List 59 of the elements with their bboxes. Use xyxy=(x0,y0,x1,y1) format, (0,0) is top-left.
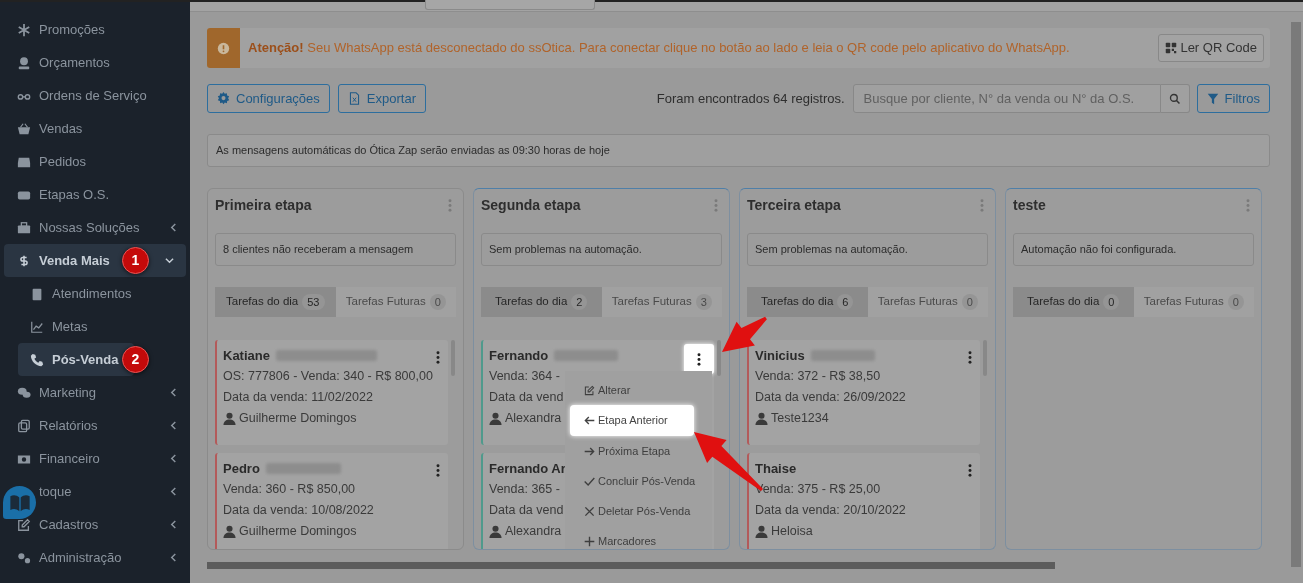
sidebar-label: Cadastros xyxy=(39,515,99,534)
card-detail: OS: 777806 - Venda: 340 - R$ 800,00 xyxy=(223,368,433,385)
sidebar-label: Promoções xyxy=(39,20,105,39)
count-badge: 0 xyxy=(429,293,446,311)
sidebar-label: Pedidos xyxy=(39,152,86,171)
seller-name: Teste1234 xyxy=(771,410,829,427)
status-message: Sem problemas na automação. xyxy=(755,242,908,258)
customer-name: Fernando xyxy=(489,347,549,365)
sidebar-label: Ordens de Serviço xyxy=(39,86,147,105)
status-message: 8 clientes não receberam a mensagem xyxy=(223,242,414,258)
sidebar-label: Pós-Venda xyxy=(52,350,119,369)
seller-name: Alexandra xyxy=(505,523,562,540)
info-message: As mensagens automáticas do Ótica Zap serão enviadas as 09:30 horas de hoje xyxy=(216,143,610,159)
status-message: Automação não foi configurada. xyxy=(1021,242,1177,258)
sidebar-label: Nossas Soluções xyxy=(39,218,140,237)
count-badge: 0 xyxy=(1227,293,1244,311)
sidebar-label: Relatórios xyxy=(39,416,98,435)
sidebar-label: Metas xyxy=(52,317,88,336)
count-badge: 3 xyxy=(695,293,712,311)
sidebar-label: toque xyxy=(39,482,72,501)
card-detail: Venda: 365 - xyxy=(489,481,560,498)
count-badge: 0 xyxy=(1103,293,1120,311)
card-detail: Data da venda: 20/10/2022 xyxy=(755,502,906,519)
card-detail: Data da venda: 26/09/2022 xyxy=(755,389,906,406)
column-title: Segunda etapa xyxy=(481,196,581,215)
sidebar-label: Etapas O.S. xyxy=(39,185,110,204)
alert-message: Atenção! Seu WhatsApp está desconectado do ssOtica. Para conectar clique no botão ao lado e leia o QR code pelo aplicativo do WhatsApp. xyxy=(248,39,1070,58)
column-title: teste xyxy=(1013,196,1046,215)
count-badge: 53 xyxy=(302,293,325,311)
status-message: Sem problemas na automação. xyxy=(489,242,642,258)
customer-name: Pedro xyxy=(223,460,260,478)
customer-name: Thaise xyxy=(755,460,797,478)
sidebar-label: Vendas xyxy=(39,119,83,138)
sidebar-label: Financeiro xyxy=(39,449,100,468)
card-detail: Venda: 360 - R$ 850,00 xyxy=(223,481,356,498)
count-badge: 0 xyxy=(961,293,978,311)
column-title: Terceira etapa xyxy=(747,196,841,215)
card-detail: Data da vend xyxy=(489,389,564,406)
sidebar-label: Administração xyxy=(39,548,122,567)
result-count: Foram encontrados 64 registros. xyxy=(656,89,845,108)
seller-name: Heloisa xyxy=(771,523,813,540)
count-badge: 6 xyxy=(837,293,854,311)
count-badge: 2 xyxy=(571,293,588,311)
column-title: Primeira etapa xyxy=(215,196,312,215)
customer-name: Fernando Ar xyxy=(489,460,566,478)
card-detail: Data da venda: 11/02/2022 xyxy=(223,389,373,406)
sidebar-label: Marketing xyxy=(39,383,97,402)
sidebar-label: Venda Mais xyxy=(39,251,110,270)
seller-name: Guilherme Domingos xyxy=(239,523,357,540)
seller-name: Alexandra xyxy=(505,410,562,427)
card-detail: Venda: 364 - xyxy=(489,368,560,385)
sidebar-label: Atendimentos xyxy=(52,284,132,303)
seller-name: Guilherme Domingos xyxy=(239,410,357,427)
sidebar-label: Orçamentos xyxy=(39,53,110,72)
customer-name: Katiane xyxy=(223,347,270,365)
customer-name: Vinicius xyxy=(755,347,805,365)
card-detail: Data da venda: 10/08/2022 xyxy=(223,502,374,519)
card-detail: Data da vend xyxy=(489,502,564,519)
card-detail: Venda: 372 - R$ 38,50 xyxy=(755,368,881,385)
